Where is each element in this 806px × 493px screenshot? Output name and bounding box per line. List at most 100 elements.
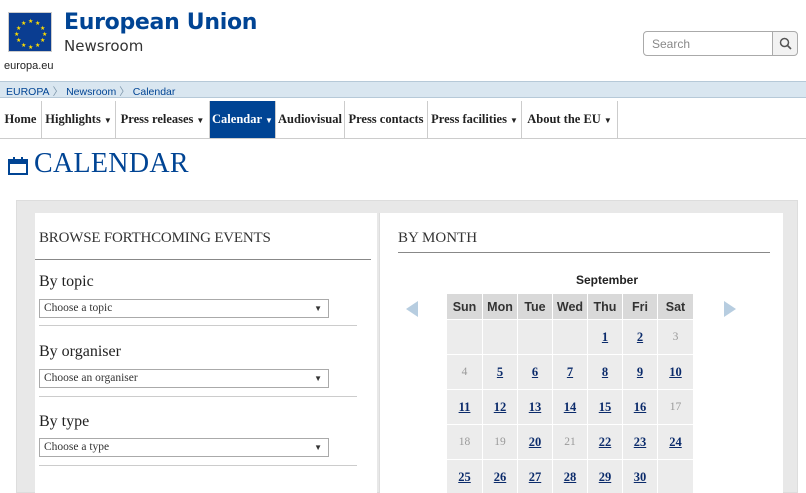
site-title[interactable]: European Union: [64, 10, 257, 35]
topic-select[interactable]: Choose a topic ▼: [39, 299, 329, 318]
calendar-day-cell: 10: [657, 354, 694, 390]
calendar-day-cell: 6: [517, 354, 553, 390]
type-select[interactable]: Choose a type ▼: [39, 438, 329, 457]
calendar-empty-cell: [482, 319, 518, 355]
calendar-day-link[interactable]: 26: [494, 470, 507, 484]
calendar-days: 1 2 3 4 5 6 7 8 9 10 11 12 13 14 15 16 17 18 19 20 21 22 23 24 2…: [446, 319, 694, 493]
calendar-day-cell: 30: [622, 459, 658, 493]
site-subtitle[interactable]: Newsroom: [64, 37, 143, 55]
calendar-day-link[interactable]: 27: [529, 470, 542, 484]
calendar-day-cell: 23: [622, 424, 658, 460]
calendar-day-link[interactable]: 22: [599, 435, 612, 449]
filter-topic-label: By topic: [39, 273, 94, 290]
previous-month-arrow-icon[interactable]: [406, 301, 418, 317]
calendar-day-link[interactable]: 16: [634, 400, 647, 414]
filter-type-label: By type: [39, 413, 90, 430]
calendar-day-cell: 19: [482, 424, 518, 460]
breadcrumb-europa[interactable]: EUROPA: [6, 86, 50, 98]
divider: [35, 259, 371, 260]
calendar-day-cell: 22: [587, 424, 623, 460]
divider: [39, 325, 357, 326]
calendar-day-cell: 5: [482, 354, 518, 390]
logo-caption[interactable]: europa.eu: [4, 60, 54, 72]
calendar-day-cell: 1: [587, 319, 623, 355]
calendar-day-link[interactable]: 8: [602, 365, 608, 379]
calendar-day-cell: 21: [552, 424, 588, 460]
by-month-title: BY MONTH: [398, 230, 478, 246]
calendar-day-link[interactable]: 13: [529, 400, 542, 414]
calendar-day-cell: 15: [587, 389, 623, 425]
search-button[interactable]: [772, 31, 798, 56]
weekday-header-row: Sun Mon Tue Wed Thu Fri Sat: [446, 293, 694, 320]
calendar-icon: [8, 156, 28, 175]
next-month-arrow-icon[interactable]: [724, 301, 736, 317]
calendar-day-cell: 13: [517, 389, 553, 425]
search-input[interactable]: Search: [643, 31, 780, 56]
calendar-day-link[interactable]: 15: [599, 400, 612, 414]
nav-highlights-label: Highlights: [45, 112, 101, 126]
calendar-day-link[interactable]: 11: [459, 400, 471, 414]
divider: [39, 396, 357, 397]
organiser-select[interactable]: Choose an organiser ▼: [39, 369, 329, 388]
divider: [398, 252, 770, 253]
calendar-day-link[interactable]: 2: [637, 330, 643, 344]
calendar-day-cell: 12: [482, 389, 518, 425]
calendar-day-cell: 4: [446, 354, 483, 390]
calendar-day-link[interactable]: 5: [497, 365, 503, 379]
nav-calendar[interactable]: Calendar ▼: [210, 101, 276, 138]
calendar-day-link[interactable]: 30: [634, 470, 647, 484]
chevron-down-icon: ▼: [314, 304, 322, 313]
nav-highlights[interactable]: Highlights ▼: [42, 101, 116, 138]
nav-press-facilities[interactable]: Press facilities ▼: [428, 101, 522, 138]
chevron-down-icon: ▼: [603, 116, 612, 125]
calendar-day-cell: 11: [446, 389, 483, 425]
calendar-day-link[interactable]: 10: [669, 365, 682, 379]
nav-press-contacts-label: Press contacts: [348, 112, 424, 126]
calendar-day-link[interactable]: 24: [669, 435, 682, 449]
weekday-fri: Fri: [622, 293, 658, 320]
page-title: CALENDAR: [8, 148, 189, 180]
eu-flag-logo[interactable]: ★ ★ ★ ★ ★ ★ ★ ★ ★ ★ ★ ★: [8, 12, 52, 52]
breadcrumb-newsroom[interactable]: Newsroom: [66, 86, 116, 98]
calendar-day-cell: 9: [622, 354, 658, 390]
calendar-week-row: 18 19 20 21 22 23 24: [446, 424, 694, 460]
calendar-empty-cell: [552, 319, 588, 355]
weekday-thu: Thu: [587, 293, 623, 320]
calendar-day-link[interactable]: 6: [532, 365, 538, 379]
by-month-panel: BY MONTH September Sun Mon Tue Wed Thu F…: [379, 213, 783, 493]
calendar-day-link[interactable]: 12: [494, 400, 507, 414]
calendar-empty-cell: [657, 459, 694, 493]
chevron-down-icon: ▼: [265, 116, 273, 125]
calendar-day-link[interactable]: 20: [529, 435, 542, 449]
calendar-day-cell: 2: [622, 319, 658, 355]
calendar-day-link[interactable]: 9: [637, 365, 643, 379]
calendar-day-cell: 20: [517, 424, 553, 460]
nav-press-releases[interactable]: Press releases ▼: [116, 101, 210, 138]
calendar-day-link[interactable]: 7: [567, 365, 573, 379]
nav-home-label: Home: [4, 112, 37, 126]
nav-about-the-eu[interactable]: About the EU ▼: [522, 101, 618, 138]
calendar-day-cell: 8: [587, 354, 623, 390]
calendar-day-link[interactable]: 28: [564, 470, 577, 484]
chevron-down-icon: ▼: [314, 443, 322, 452]
calendar-day-cell: 14: [552, 389, 588, 425]
nav-audiovisual-label: Audiovisual: [278, 112, 342, 126]
calendar-day-cell: 25: [446, 459, 483, 493]
chevron-down-icon: ▼: [196, 116, 205, 125]
calendar-day-link[interactable]: 14: [564, 400, 577, 414]
calendar-week-row: 11 12 13 14 15 16 17: [446, 389, 694, 425]
nav-home[interactable]: Home: [0, 101, 42, 138]
calendar-day-link[interactable]: 25: [458, 470, 471, 484]
main-nav: Home Highlights ▼ Press releases ▼ Calenda…: [0, 101, 806, 139]
calendar-day-link[interactable]: 29: [599, 470, 612, 484]
nav-audiovisual[interactable]: Audiovisual: [276, 101, 345, 138]
browse-events-title: BROWSE FORTHCOMING EVENTS: [39, 230, 271, 246]
chevron-down-icon: ▼: [509, 116, 518, 125]
filter-organiser-label: By organiser: [39, 343, 121, 360]
nav-press-contacts[interactable]: Press contacts: [345, 101, 428, 138]
calendar-day-link[interactable]: 1: [602, 330, 608, 344]
calendar-day-cell: 27: [517, 459, 553, 493]
calendar-empty-cell: [517, 319, 553, 355]
calendar-day-link[interactable]: 23: [634, 435, 647, 449]
calendar-day-cell: 17: [657, 389, 694, 425]
